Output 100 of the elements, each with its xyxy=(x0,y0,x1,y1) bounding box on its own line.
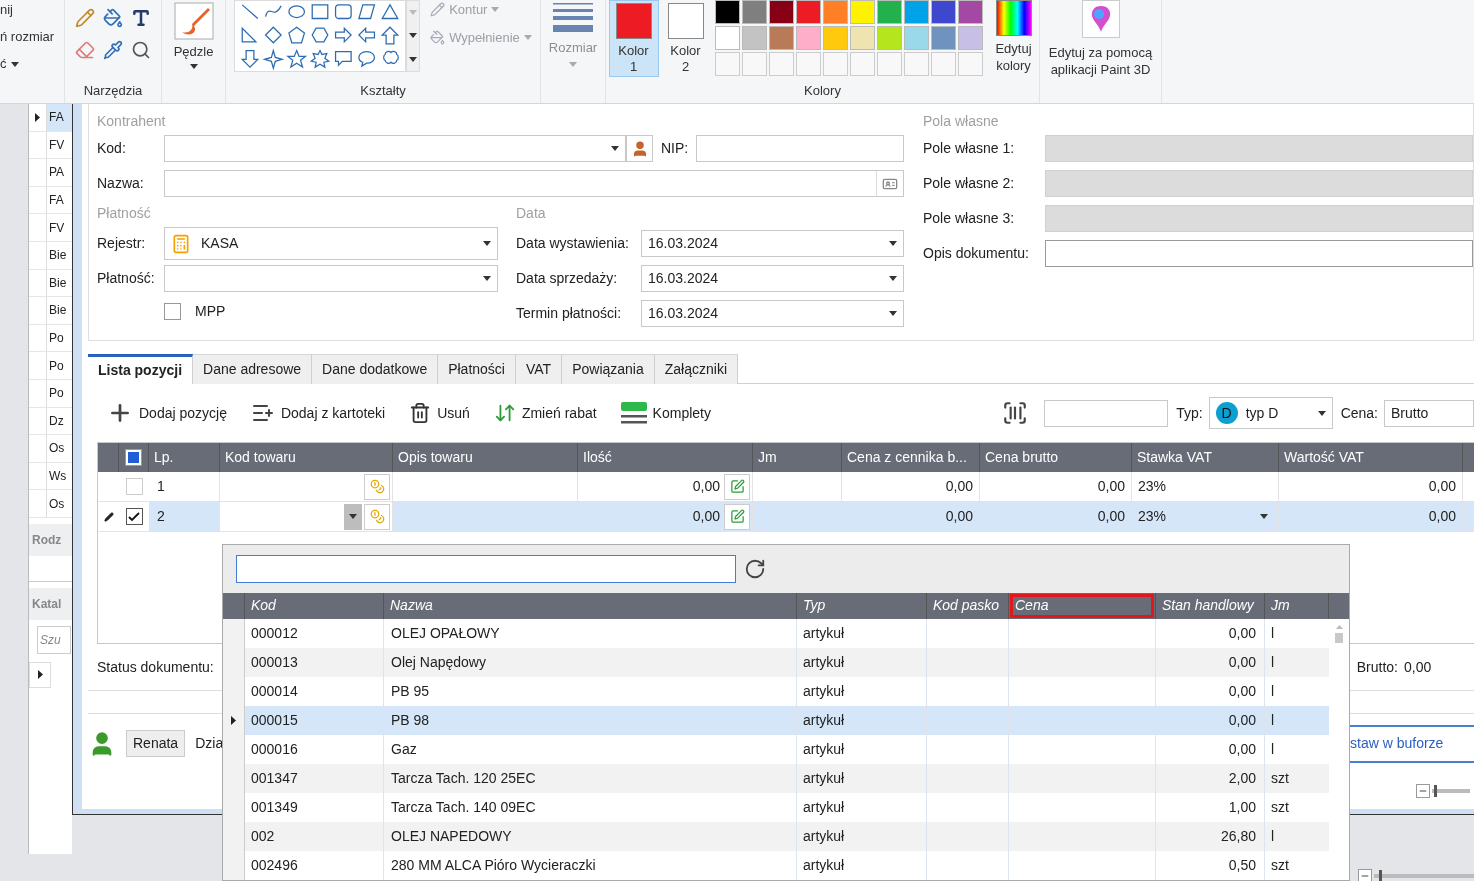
tab[interactable]: VAT xyxy=(516,354,563,384)
list-row[interactable]: FV xyxy=(47,131,72,159)
contractor-button[interactable] xyxy=(626,135,653,162)
pencil-icon[interactable] xyxy=(75,8,95,28)
paint-bucket-icon[interactable] xyxy=(103,8,123,28)
table-cell: 0,00 xyxy=(980,502,1132,531)
list-row[interactable]: PA xyxy=(47,159,72,186)
expand-icon[interactable] xyxy=(37,670,43,680)
custom-field[interactable] xyxy=(1045,240,1473,267)
grid-row[interactable]: 2 0,00 0,00 0,00 23% 0,00 xyxy=(98,502,1474,532)
palette-swatch[interactable] xyxy=(741,0,767,24)
palette-swatch[interactable] xyxy=(768,26,794,50)
palette-swatch[interactable] xyxy=(795,0,821,24)
tab[interactable]: Płatności xyxy=(438,354,516,384)
list-row[interactable]: Po xyxy=(47,352,72,379)
ribbon-menu-item[interactable]: nij xyxy=(0,0,64,20)
barcode-scan-icon[interactable] xyxy=(1002,400,1029,426)
palette-swatch[interactable] xyxy=(741,26,767,50)
eraser-icon[interactable] xyxy=(75,40,95,60)
pipette-icon[interactable] xyxy=(103,40,123,60)
palette-swatch[interactable] xyxy=(876,26,902,50)
list-row[interactable]: Po xyxy=(47,324,72,352)
edit-button[interactable] xyxy=(724,503,750,530)
grid-row[interactable]: 1 0,00 0,00 0,00 23% 0,00 xyxy=(98,472,1474,502)
tab[interactable]: Dane dodatkowe xyxy=(312,354,439,384)
palette-swatch[interactable] xyxy=(903,26,929,50)
lookup-row[interactable]: 000013 Olej Napędowy artykuł 0,00 l xyxy=(223,648,1329,677)
tab[interactable]: Dane adresowe xyxy=(193,354,313,384)
palette-swatch[interactable] xyxy=(822,0,848,24)
scroll-thumb[interactable] xyxy=(1335,633,1343,643)
palette-swatch[interactable] xyxy=(714,0,740,24)
palette-swatch[interactable] xyxy=(903,0,929,24)
barcode-field[interactable] xyxy=(1044,399,1169,427)
list-row[interactable]: Os xyxy=(47,435,72,462)
list-row[interactable]: FA xyxy=(47,104,72,131)
mpp-checkbox[interactable] xyxy=(164,302,181,320)
palette-swatch[interactable] xyxy=(768,0,794,24)
magnifier-icon[interactable] xyxy=(131,40,151,60)
type-combo[interactable]: D typ D xyxy=(1208,397,1333,429)
list-row[interactable]: Bie xyxy=(47,297,72,324)
toolbar-button[interactable]: Dodaj pozycję xyxy=(107,400,227,426)
palette-swatch[interactable] xyxy=(849,0,875,24)
table-cell-text: 23% xyxy=(1138,507,1167,526)
lookup-row[interactable]: 002 OLEJ NAPEDOWY artykuł 26,80 l xyxy=(223,822,1329,851)
code-combo[interactable] xyxy=(164,135,626,162)
refresh-icon[interactable] xyxy=(744,557,766,580)
ribbon-menu-item[interactable]: ć xyxy=(0,54,64,74)
lookup-row[interactable]: 000015 PB 98 artykuł 0,00 l xyxy=(223,706,1329,735)
list-row[interactable]: Bie xyxy=(47,241,72,269)
list-row[interactable]: Dz xyxy=(47,407,72,435)
price-combo[interactable]: Brutto xyxy=(1384,399,1474,427)
user-button[interactable]: Renata xyxy=(126,730,186,757)
toolbar-button[interactable]: Dodaj z kartoteki xyxy=(250,401,386,425)
list-row[interactable]: FV xyxy=(47,214,72,241)
palette-swatch[interactable] xyxy=(849,26,875,50)
tab[interactable]: Powiązania xyxy=(562,354,655,384)
palette-swatch[interactable] xyxy=(876,0,902,24)
text-icon[interactable] xyxy=(131,8,151,28)
nip-field[interactable] xyxy=(696,135,904,162)
tab[interactable]: Załączniki xyxy=(654,354,738,384)
palette-swatch[interactable] xyxy=(795,26,821,50)
toolbar-button[interactable]: Komplety xyxy=(620,401,711,425)
dropdown-button[interactable] xyxy=(344,503,362,530)
edit-button[interactable] xyxy=(724,473,750,500)
date-combo[interactable]: 16.03.2024 xyxy=(641,300,904,327)
register-combo[interactable]: KASA xyxy=(164,227,498,260)
list-row[interactable]: Os xyxy=(47,490,72,517)
list-row[interactable]: Ws xyxy=(47,462,72,490)
select-all-checkbox[interactable] xyxy=(125,449,142,466)
toolbar-button[interactable]: Usuń xyxy=(409,402,470,424)
list-row[interactable]: Po xyxy=(47,379,72,407)
color-slot-button[interactable]: Kolor 2 xyxy=(660,0,711,77)
palette-swatch[interactable] xyxy=(957,26,983,50)
palette-swatch[interactable] xyxy=(714,26,740,50)
zoom-slider-thumb[interactable] xyxy=(1433,785,1437,797)
shapes-gallery-drawing[interactable] xyxy=(234,0,407,72)
brushes-button[interactable]: Pędzle xyxy=(173,2,214,69)
palette-swatch[interactable] xyxy=(957,0,983,24)
date-combo[interactable]: 16.03.2024 xyxy=(641,265,904,292)
list-row[interactable]: Bie xyxy=(47,269,72,297)
date-combo[interactable]: 16.03.2024 xyxy=(641,230,904,257)
palette-swatch[interactable] xyxy=(822,26,848,50)
edit-colors-button[interactable]: Edytuj kolory xyxy=(988,0,1039,74)
list-row[interactable]: FA xyxy=(47,186,72,214)
search-field[interactable]: Szu xyxy=(37,625,71,654)
name-field[interactable] xyxy=(164,170,904,197)
lookup-row[interactable]: 001347 Tarcza Tach. 120 25EC artykuł 2,00 szt xyxy=(223,764,1329,793)
paint3d-button[interactable]: Edytuj za pomocą aplikacji Paint 3D xyxy=(1041,0,1160,78)
ribbon-menu-item[interactable]: ń rozmiar xyxy=(0,27,64,47)
payment-combo[interactable] xyxy=(164,265,498,292)
palette-swatch[interactable] xyxy=(930,26,956,50)
row-checkbox[interactable] xyxy=(125,508,143,525)
palette-swatch[interactable] xyxy=(930,0,956,24)
zoom-out-button[interactable] xyxy=(1358,869,1372,881)
tab[interactable]: Lista pozycji xyxy=(88,354,194,384)
gallery-scrollbar[interactable] xyxy=(406,0,421,72)
zoom-slider-thumb[interactable] xyxy=(1379,870,1382,881)
toolbar-button[interactable]: Zmień rabat xyxy=(493,402,597,424)
lookup-search-field[interactable] xyxy=(236,554,736,583)
color-slot-button[interactable]: Kolor 1 xyxy=(608,0,659,77)
